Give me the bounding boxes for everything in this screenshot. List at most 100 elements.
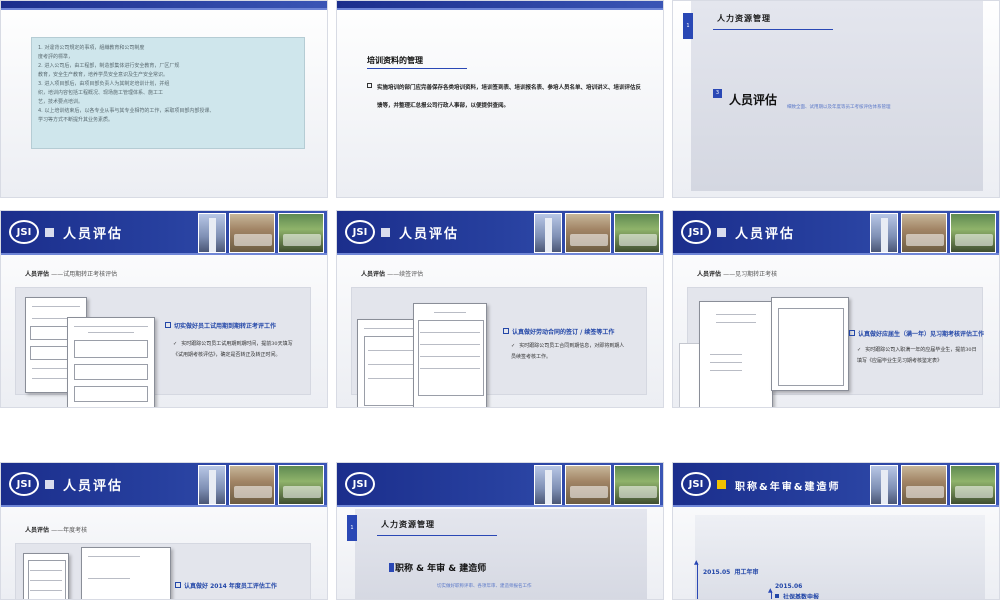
building-photo (870, 213, 898, 253)
section-number-tag: 1 (347, 515, 357, 541)
note-line: 2. 进入公司后，由工程部，制造部集体进行安全教育，厂区厂规 (38, 63, 180, 69)
key-point: 认真做好劳动合同的签订 / 续签等工作 (503, 327, 614, 336)
slide-header: JSI 人员评估 (337, 211, 663, 255)
group-photo (950, 465, 996, 505)
header-square-icon (381, 228, 390, 237)
note-line: 4. 以上培训结束后，以各专业从事与其专业相符的工作，采取项目部内部授课、 (38, 108, 215, 114)
meeting-photo (901, 465, 947, 505)
slide-thumbnail-1[interactable]: 1. 对違背公司規定的事項，組織教育和公司制度 度考評的標準， 2. 进入公司后，由… (0, 0, 328, 198)
slide-thumbnail-5[interactable]: JSI 人员评估 人员评估 ——续签评估 认真做好劳动合同的签订 / 续签等工作… (336, 210, 664, 408)
detail-text: 实时跟踪公司员工合同到期信息，对即将到期人员续签考核工作。 (511, 343, 625, 360)
note-line: 教育，安全生产教育，培养学员安全意识及生产安全常识。 (38, 72, 169, 78)
header-title: 职称&年审&建造师 (735, 482, 841, 493)
meeting-photo (565, 465, 611, 505)
key-point: 切实做好员工试用期到期转正考评工作 (165, 321, 276, 330)
training-material-body: 实施培训的部门应完善保存各类培训资料，培训签到表、培训报名表、参培人员名单、培训… (377, 85, 642, 109)
company-logo: JSI (681, 472, 711, 496)
meeting-photo (565, 213, 611, 253)
item-marker-icon (389, 563, 394, 572)
subtitle: 人员评估 ——续签评估 (361, 269, 423, 278)
slide-thumbnail-3[interactable]: 1 人力资源管理 3 人员评估 细致全面、试用期以及年度等员工考核评估体系管理 (672, 0, 1000, 198)
subtitle-main: 人员评估 (25, 527, 50, 534)
company-logo: JSI (345, 472, 375, 496)
title-underline (367, 68, 467, 69)
company-logo: JSI (345, 220, 375, 244)
check-icon: ✓ (857, 347, 862, 353)
item-title: 人员评估 (729, 93, 778, 107)
subtitle-sub: ——年度考核 (51, 527, 88, 534)
detail-text: 实时跟踪公司入职满一年的应届毕业生，提前30日填写《应届毕业生见习期考核鉴定表》 (857, 347, 977, 364)
section-number-tag: 1 (683, 13, 693, 39)
note-line: 学习等方式不断提升其业务素质。 (38, 117, 114, 123)
header-photos (534, 213, 660, 253)
section-header: 人力资源管理 (381, 519, 435, 529)
header-photos (534, 465, 660, 505)
timeline-arrow-icon: ▲ (768, 587, 773, 594)
slide-header-strip (337, 1, 663, 10)
company-logo: JSI (9, 220, 39, 244)
slide-header: JSI 人员评估 (673, 211, 999, 255)
bullet-box-icon (367, 83, 372, 88)
timeline-arrow-icon: ▲ (694, 559, 699, 566)
header-title: 人员评估 (63, 479, 124, 494)
note-line: 3. 进入项目部后，由项目部负责人为其制定培训计划，并组 (38, 81, 170, 87)
note-line: 度考評的標準， (38, 54, 74, 60)
key-point-detail: ✓ 实时跟踪公司员工合同到期信息，对即将到期人员续签考核工作。 (511, 341, 629, 363)
item-description: 细致全面、试用期以及年度等员工考核评估体系管理 (787, 105, 891, 110)
meeting-photo (229, 465, 275, 505)
timeline-axis (697, 563, 698, 599)
header-title: 人员评估 (735, 227, 796, 242)
meeting-photo (901, 213, 947, 253)
subtitle: 人员评估 ——年度考核 (25, 525, 87, 534)
item-description: 切实做好职称评审、各项年审、建造师报名工作 (437, 584, 532, 589)
subtitle-main: 人员评估 (361, 271, 386, 278)
note-line: 艺，技术要点培训。 (38, 99, 84, 105)
group-photo (278, 465, 324, 505)
header-photos (198, 465, 324, 505)
timeline-bullet-icon (775, 594, 779, 598)
form-document (23, 553, 69, 599)
subtitle-sub: ——试用期转正考核评估 (51, 271, 118, 278)
form-document (67, 317, 155, 407)
slide-header: JSI 人员评估 (1, 211, 327, 255)
slide-thumbnail-7[interactable]: JSI 人员评估 人员评估 ——年度考核 认真做好 2014 年度员工评估工作 (0, 462, 328, 600)
meeting-photo (229, 213, 275, 253)
form-document (413, 303, 487, 407)
form-document (699, 301, 773, 407)
check-icon: ✓ (511, 343, 516, 349)
timeline-entry-2-date: 2015.06 (775, 583, 803, 590)
section-header: 人力资源管理 (717, 13, 771, 23)
slide-thumbnail-2[interactable]: 培训资料的管理 实施培训的部门应完善保存各类培训资料，培训签到表、培训报名表、参… (336, 0, 664, 198)
detail-text: 实时跟踪公司员工试用期到期时间，提前30天填写《试用期考核评估》，确定是否转正及… (173, 341, 293, 358)
slide-header: JSI 人员评估 (1, 463, 327, 507)
key-point: 认真做好应届生（满一年）见习期考核评估工作 (849, 329, 984, 338)
slide-thumbnail-9[interactable]: JSI 职称&年审&建造师 ▲ ▲ 2015.05 用工年审 2015.06 社… (672, 462, 1000, 600)
slide-header-strip (1, 1, 327, 10)
training-material-title: 培训资料的管理 (367, 55, 423, 65)
header-square-icon (717, 228, 726, 237)
subtitle-sub: ——见习期转正考核 (723, 271, 778, 278)
slide-thumbnail-8[interactable]: JSI 1 人力资源管理 职称 & 年审 & 建造师 切实做好职称评审、各项年审… (336, 462, 664, 600)
group-photo (614, 213, 660, 253)
item-number-badge: 3 (713, 89, 722, 98)
slide-thumbnail-4[interactable]: JSI 人员评估 人员评估 ——试用期转正考核评估 切实做好员工试用期到期转正考… (0, 210, 328, 408)
header-title: 人员评估 (399, 227, 460, 242)
building-photo (534, 465, 562, 505)
group-photo (278, 213, 324, 253)
timeline-entry-1: 2015.05 用工年审 (703, 569, 759, 576)
slide-thumbnail-6[interactable]: JSI 人员评估 人员评估 ——见习期转正考核 认真做好应届生（满一年）见习期考… (672, 210, 1000, 408)
company-logo: JSI (9, 472, 39, 496)
subtitle: 人员评估 ——见习期转正考核 (697, 269, 777, 278)
header-underline (377, 535, 497, 536)
check-icon: ✓ (173, 341, 178, 347)
header-photos (198, 213, 324, 253)
key-point: 认真做好 2014 年度员工评估工作 (175, 581, 277, 590)
text-panel: 1. 对違背公司規定的事項，組織教育和公司制度 度考評的標準， 2. 进入公司后，由… (31, 37, 305, 149)
training-notes: 1. 对違背公司規定的事項，組織教育和公司制度 度考評的標準， 2. 进入公司后，由… (38, 44, 298, 125)
subtitle-sub: ——续签评估 (387, 271, 424, 278)
form-document (81, 547, 171, 599)
group-photo (614, 465, 660, 505)
building-photo (198, 213, 226, 253)
building-photo (534, 213, 562, 253)
company-logo: JSI (681, 220, 711, 244)
